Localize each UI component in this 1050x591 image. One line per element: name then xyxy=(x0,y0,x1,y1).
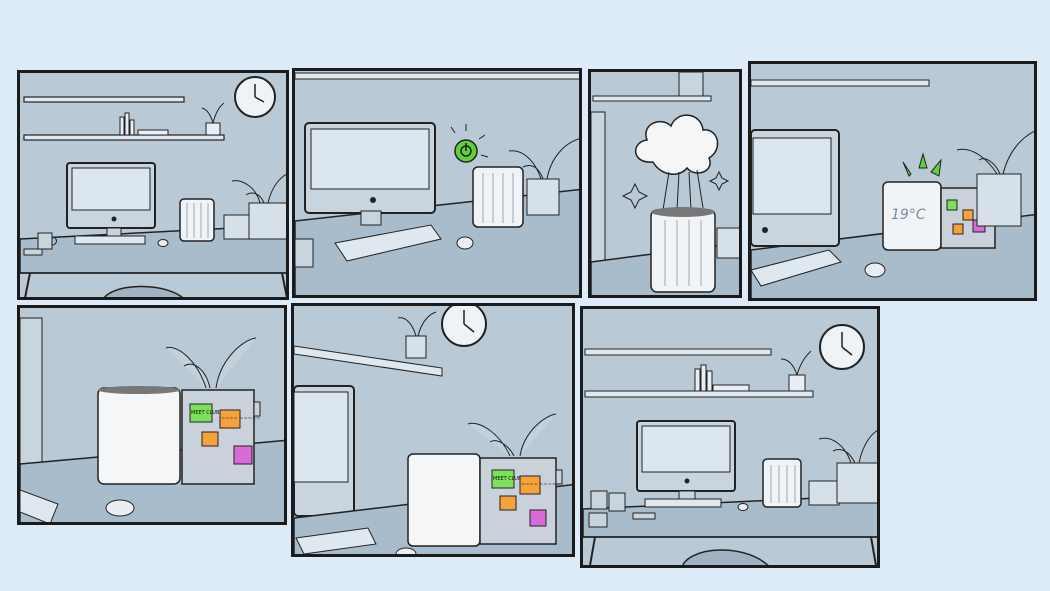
monitor xyxy=(66,162,156,239)
mouse xyxy=(864,262,886,278)
panel-6-scene: MEET CLUB ~~~~ ~~~~~ xyxy=(294,306,572,554)
heater xyxy=(762,458,802,508)
heater xyxy=(97,386,181,485)
panel-7-scene xyxy=(583,309,877,565)
upper-shelf xyxy=(584,348,772,356)
sticky-note-green-text: MEET CLUB xyxy=(191,410,220,416)
monitor xyxy=(304,122,436,226)
sticky-note-green-text: MEET CLUB xyxy=(493,476,522,482)
comic-panel-3 xyxy=(588,69,742,298)
comic-panel-6: MEET CLUB ~~~~ ~~~~~ xyxy=(291,303,575,557)
apple-logo-icon xyxy=(762,227,768,233)
upper-shelf xyxy=(23,96,185,103)
comic-panel-5: MEET CLUB ~~~~ ~~~~~ xyxy=(17,305,287,525)
comic-panel-2 xyxy=(292,68,582,298)
mouse xyxy=(157,239,169,247)
monitor xyxy=(636,420,736,502)
sticky-note-magenta xyxy=(529,509,547,527)
sticky-note-orange-text: ~~~~ ~~~~~ xyxy=(521,482,560,488)
comic-panel-1 xyxy=(17,70,289,300)
heater xyxy=(650,207,716,293)
wall-clock-icon xyxy=(234,76,276,118)
panel-3-scene xyxy=(591,72,739,295)
mouse xyxy=(105,499,135,517)
lower-shelf xyxy=(584,390,814,398)
monitor xyxy=(294,385,355,517)
keyboard xyxy=(644,498,722,508)
mouse xyxy=(456,236,474,250)
apple-logo-icon xyxy=(111,216,117,222)
apple-logo-icon xyxy=(684,478,690,484)
sticky-note-magenta xyxy=(233,445,253,465)
sticky-note-orange-text: ~~~~ ~~~~~ xyxy=(221,416,260,422)
comic-panel-7 xyxy=(580,306,880,568)
heater xyxy=(407,453,481,547)
lower-shelf xyxy=(23,134,225,141)
mouse xyxy=(737,503,749,511)
wall-clock-icon xyxy=(819,324,865,370)
comic-panel-4: 19°C xyxy=(748,61,1037,301)
wall-clock-icon xyxy=(441,306,487,347)
note-board: MEET CLUB ~~~~ ~~~~~ xyxy=(479,457,563,545)
heater xyxy=(472,166,524,228)
panel-1-scene xyxy=(20,73,286,297)
mug xyxy=(295,238,314,268)
monitor xyxy=(751,129,840,247)
apple-logo-icon xyxy=(370,197,376,203)
sticky-note-orange-2 xyxy=(499,495,517,511)
panel-5-scene: MEET CLUB ~~~~ ~~~~~ xyxy=(20,308,284,522)
panel-4-scene: 19°C xyxy=(751,64,1034,298)
panel-2-scene xyxy=(295,71,579,295)
mouse xyxy=(395,547,417,554)
keyboard xyxy=(74,235,146,245)
mug xyxy=(37,232,53,250)
shelf-plant-pot xyxy=(788,374,806,392)
note-board: MEET CLUB ~~~~ ~~~~~ xyxy=(181,389,261,485)
heater: 19°C xyxy=(882,181,942,251)
temperature-readout: 19°C xyxy=(891,207,926,223)
shelf-plant-pot xyxy=(205,122,221,136)
sticky-note-orange-2 xyxy=(201,431,219,447)
heater xyxy=(179,198,215,242)
